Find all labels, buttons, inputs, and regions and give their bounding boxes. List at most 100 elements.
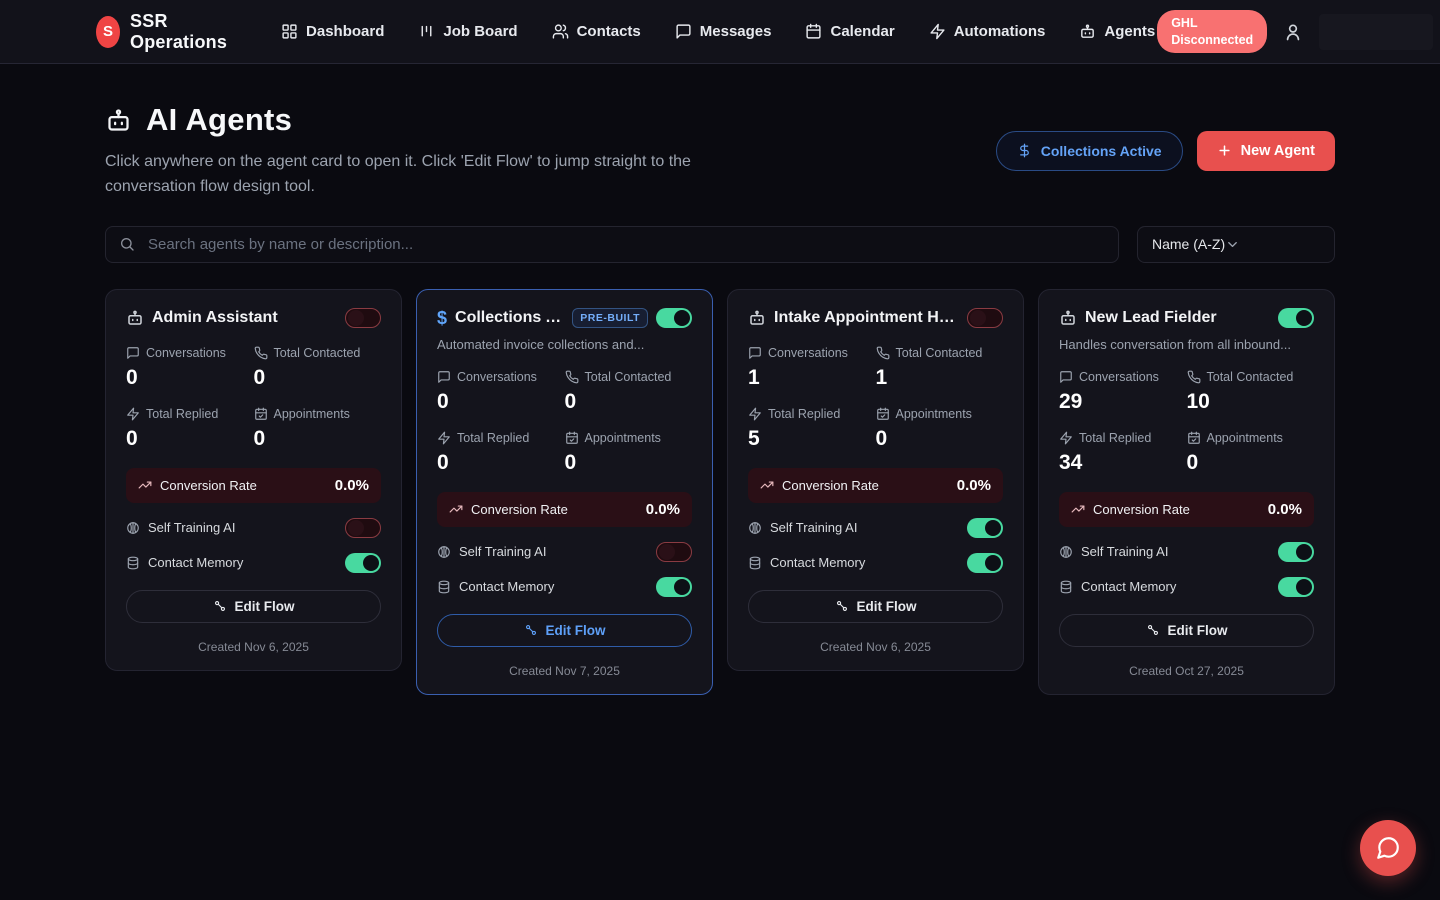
nav-item-contacts[interactable]: Contacts (552, 23, 641, 40)
message-square-icon (126, 346, 140, 360)
contact-memory-label: Contact Memory (770, 555, 865, 570)
trending-up-icon (760, 478, 774, 492)
trending-up-icon (1071, 502, 1085, 516)
edit-flow-label: Edit Flow (235, 599, 295, 614)
stat-total-replied: Total Replied 0 (126, 407, 254, 451)
search-input[interactable] (105, 226, 1119, 263)
workflow-icon (835, 599, 849, 613)
ghl-badge-line2: Disconnected (1171, 32, 1253, 49)
self-training-toggle[interactable] (967, 518, 1003, 538)
toggle-knob (348, 520, 364, 536)
nav-item-messages[interactable]: Messages (675, 23, 772, 40)
stat-label-text: Appointments (585, 431, 661, 445)
calendar-check-icon (254, 407, 268, 421)
nav-item-calendar[interactable]: Calendar (805, 23, 894, 40)
workflow-icon (1146, 623, 1160, 637)
self-training-toggle[interactable] (656, 542, 692, 562)
stat-total-contacted: Total Contacted 10 (1187, 370, 1315, 414)
stat-value: 10 (1187, 390, 1315, 414)
agent-name: Admin Assistant (152, 309, 278, 327)
contact-memory-toggle[interactable] (345, 553, 381, 573)
stat-label-text: Total Contacted (585, 370, 672, 384)
edit-flow-label: Edit Flow (1168, 623, 1228, 638)
stat-label-text: Total Replied (457, 431, 529, 445)
edit-flow-button[interactable]: Edit Flow (126, 590, 381, 623)
conversion-rate-bar: Conversion Rate 0.0% (1059, 492, 1314, 527)
nav-item-automations[interactable]: Automations (929, 23, 1046, 40)
conversion-rate-bar: Conversion Rate 0.0% (748, 468, 1003, 503)
prebuilt-badge: PRE-BUILT (572, 308, 648, 328)
conversion-rate-label: Conversion Rate (1093, 502, 1190, 517)
agent-enabled-toggle[interactable] (345, 308, 381, 328)
ghl-disconnected-badge[interactable]: GHL Disconnected (1157, 10, 1267, 54)
stat-value: 0 (254, 366, 382, 390)
message-square-icon (748, 346, 762, 360)
nav-label: Agents (1104, 23, 1155, 40)
agent-enabled-toggle[interactable] (967, 308, 1003, 328)
contact-memory-toggle[interactable] (656, 577, 692, 597)
stat-value: 0 (254, 427, 382, 451)
conversion-rate-value: 0.0% (1268, 501, 1302, 518)
edit-flow-button[interactable]: Edit Flow (1059, 614, 1314, 647)
stat-appointments: Appointments 0 (1187, 431, 1315, 475)
user-icon[interactable] (1283, 22, 1303, 42)
bot-icon (126, 309, 144, 327)
sort-dropdown[interactable]: Name (A-Z) (1137, 226, 1335, 263)
self-training-label: Self Training AI (459, 544, 546, 559)
agent-description: Automated invoice collections and... (437, 337, 692, 352)
edit-flow-label: Edit Flow (857, 599, 917, 614)
stat-value: 29 (1059, 390, 1187, 414)
conversion-rate-label: Conversion Rate (160, 478, 257, 493)
kanban-icon (418, 23, 435, 40)
self-training-toggle[interactable] (1278, 542, 1314, 562)
brand[interactable]: S SSR Operations (96, 11, 235, 53)
contact-memory-row: Contact Memory (748, 553, 1003, 573)
nav-item-job-board[interactable]: Job Board (418, 23, 517, 40)
chevron-down-icon (1225, 237, 1240, 252)
brain-icon (126, 521, 140, 535)
nav-item-agents[interactable]: Agents (1079, 23, 1155, 40)
stat-value: 0 (126, 366, 254, 390)
workflow-icon (213, 599, 227, 613)
agent-card[interactable]: $ Collections Agent PRE-BUILT Automated … (416, 289, 713, 695)
conversion-rate-bar: Conversion Rate 0.0% (126, 468, 381, 503)
bot-icon (1079, 23, 1096, 40)
toggle-knob (659, 544, 675, 560)
agent-card[interactable]: Intake Appointment Hand... Conversations… (727, 289, 1024, 671)
brand-logo-initial: S (103, 23, 113, 40)
new-agent-button[interactable]: New Agent (1197, 131, 1335, 171)
stat-value: 0 (1187, 451, 1315, 475)
contact-memory-toggle[interactable] (967, 553, 1003, 573)
agent-name: Intake Appointment Hand... (774, 309, 959, 327)
edit-flow-button[interactable]: Edit Flow (748, 590, 1003, 623)
agent-card[interactable]: Admin Assistant Conversations 0 Total Co… (105, 289, 402, 671)
brand-name: SSR Operations (130, 11, 235, 53)
self-training-label: Self Training AI (148, 520, 235, 535)
stat-label-text: Appointments (1207, 431, 1283, 445)
collections-active-button[interactable]: Collections Active (996, 131, 1183, 171)
agent-enabled-toggle[interactable] (1278, 308, 1314, 328)
self-training-toggle[interactable] (345, 518, 381, 538)
nav-item-dashboard[interactable]: Dashboard (281, 23, 384, 40)
calendar-check-icon (876, 407, 890, 421)
user-name-redacted (1319, 14, 1433, 50)
contact-memory-toggle[interactable] (1278, 577, 1314, 597)
stat-value: 5 (748, 427, 876, 451)
created-date: Created Nov 6, 2025 (748, 640, 1003, 654)
message-square-icon (675, 23, 692, 40)
zap-icon (437, 431, 451, 445)
agent-enabled-toggle[interactable] (656, 308, 692, 328)
bot-icon (748, 309, 766, 327)
toggle-knob (348, 310, 364, 326)
calendar-check-icon (1187, 431, 1201, 445)
zap-icon (929, 23, 946, 40)
brain-icon (1059, 545, 1073, 559)
nav-label: Automations (954, 23, 1046, 40)
agent-name: Collections Agent (455, 309, 564, 327)
agent-card[interactable]: New Lead Fielder Handles conversation fr… (1038, 289, 1335, 695)
edit-flow-button[interactable]: Edit Flow (437, 614, 692, 647)
chat-fab-button[interactable] (1360, 820, 1416, 876)
dollar-icon: $ (437, 309, 447, 327)
users-icon (552, 23, 569, 40)
conversion-rate-label: Conversion Rate (782, 478, 879, 493)
